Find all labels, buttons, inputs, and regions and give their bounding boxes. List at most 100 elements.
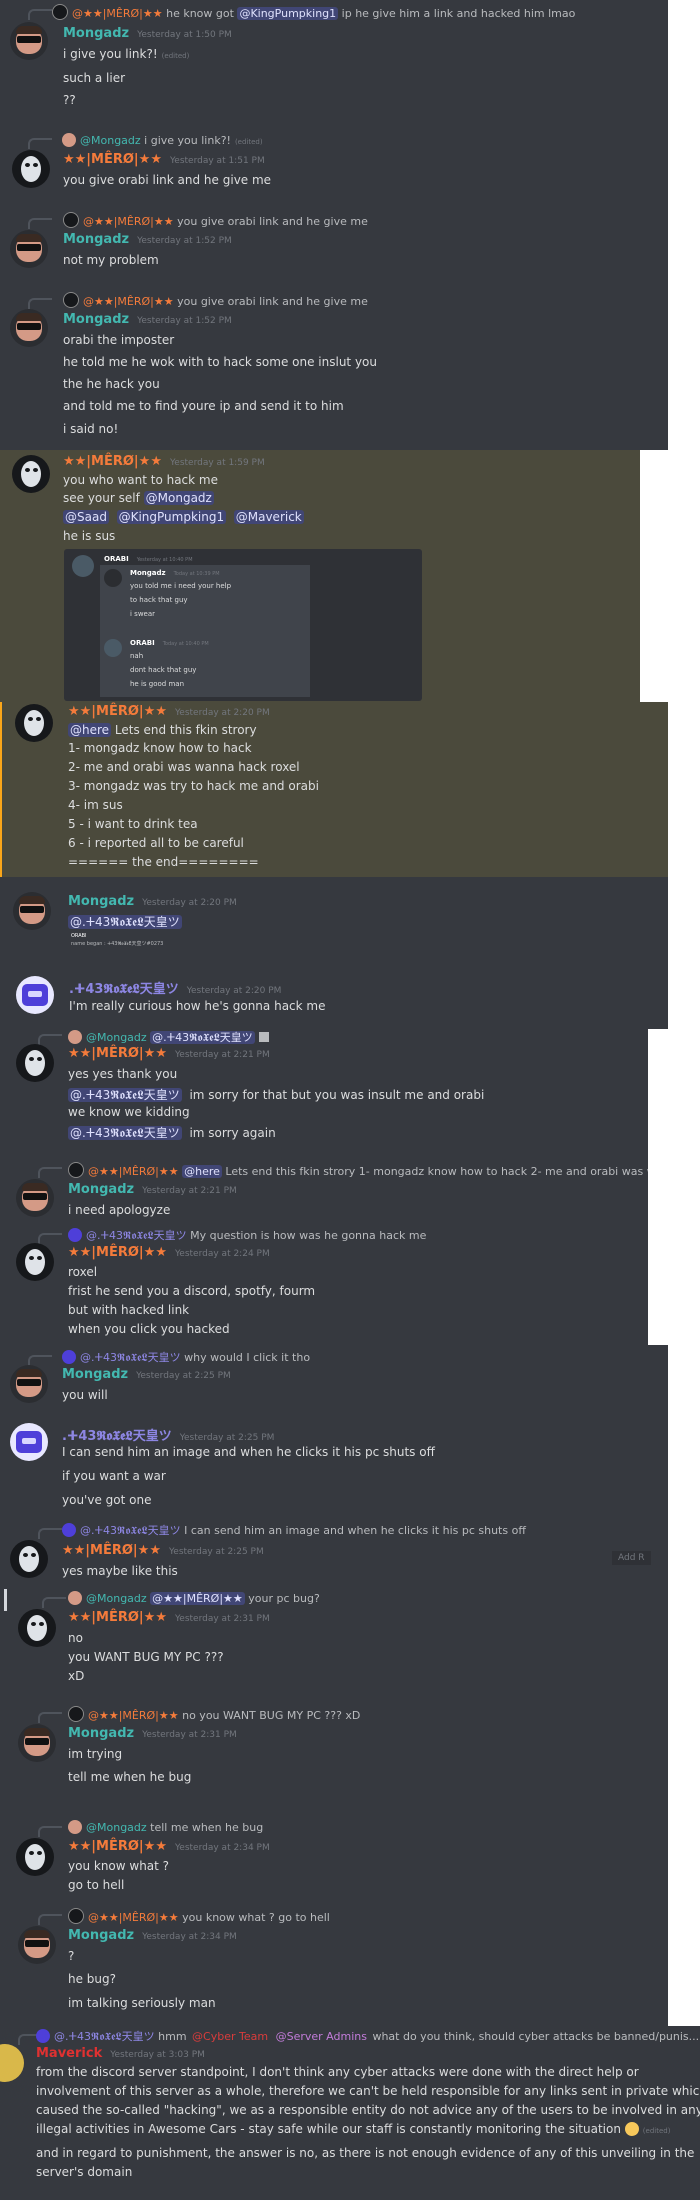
- reply-text: My question is how was he gonna hack me: [190, 1229, 427, 1242]
- mention[interactable]: @.ⵜ43𝕽𝖔𝖃𝖊𝕷天皇ツ: [68, 1088, 182, 1102]
- message-text: 3- mongadz was try to hack me and orabi: [68, 779, 319, 793]
- username[interactable]: ★★|MÊRØ|★★ Yesterday at 1:59 PM: [63, 454, 265, 469]
- username[interactable]: Mongadz Yesterday at 2:25 PM: [62, 1367, 231, 1382]
- username[interactable]: ★★|MÊRØ|★★ Yesterday at 1:51 PM: [63, 152, 265, 167]
- reply-preview[interactable]: @★★|MÊRØ|★★ you know what ? go to hell: [68, 1908, 330, 1924]
- avatar[interactable]: [13, 892, 51, 930]
- message-line: im sorry again: [189, 1126, 276, 1140]
- avatar[interactable]: [0, 2044, 24, 2082]
- avatar[interactable]: [16, 1179, 54, 1217]
- avatar[interactable]: [12, 150, 50, 188]
- avatar[interactable]: [10, 1365, 48, 1403]
- mention[interactable]: @KingPumpking1: [237, 7, 339, 20]
- mention[interactable]: @Cyber Team: [190, 2030, 270, 2043]
- mention[interactable]: @Server Admins: [274, 2030, 369, 2043]
- username[interactable]: Mongadz Yesterday at 1:52 PM: [63, 312, 232, 327]
- add-reaction-button[interactable]: Add R: [612, 1551, 651, 1565]
- avatar[interactable]: [18, 1724, 56, 1762]
- username[interactable]: ★★|MÊRØ|★★ Yesterday at 2:20 PM: [68, 704, 270, 719]
- reply-preview[interactable]: @.ⵜ43𝕽𝖔𝖃𝖊𝕷天皇ツ My question is how was he …: [68, 1227, 426, 1243]
- message-line: illegal activities in Awesome Cars - sta…: [36, 2122, 621, 2136]
- reply-preview[interactable]: @★★|MÊRØ|★★ he know got @KingPumpking1 i…: [52, 4, 575, 20]
- reply-preview[interactable]: @.ⵜ43𝕽𝖔𝖃𝖊𝕷天皇ツ why would I click it tho: [62, 1349, 310, 1365]
- reply-text: hmm: [158, 2030, 187, 2043]
- mention[interactable]: @here: [182, 1165, 222, 1178]
- username-text: Maverick: [36, 2046, 103, 2061]
- username[interactable]: Mongadz Yesterday at 2:21 PM: [68, 1182, 237, 1197]
- username[interactable]: ★★|MÊRØ|★★ Yesterday at 2:21 PM: [68, 1046, 270, 1061]
- reply-author: @Mongadz: [86, 1592, 147, 1605]
- reply-preview[interactable]: @★★|MÊRØ|★★ no you WANT BUG MY PC ??? xD: [68, 1706, 360, 1722]
- message-text: roxel: [68, 1265, 98, 1279]
- mention[interactable]: @★★|MÊRØ|★★: [150, 1592, 245, 1605]
- reply-preview[interactable]: @★★|MÊRØ|★★ you give orabi link and he g…: [63, 292, 368, 308]
- username[interactable]: Mongadz Yesterday at 2:31 PM: [68, 1726, 237, 1741]
- reply-preview[interactable]: @★★|MÊRØ|★★ @here Lets end this fkin str…: [68, 1162, 648, 1178]
- reply-preview[interactable]: @Mongadz i give you link?! (edited): [62, 133, 263, 147]
- mention[interactable]: @Maverick: [233, 510, 304, 524]
- reply-preview[interactable]: @Mongadz @.ⵜ43𝕽𝖔𝖃𝖊𝕷天皇ツ: [68, 1029, 269, 1045]
- username[interactable]: Mongadz Yesterday at 1:52 PM: [63, 232, 232, 247]
- avatar[interactable]: [16, 1044, 54, 1082]
- avatar[interactable]: [16, 976, 54, 1014]
- username[interactable]: ★★|MÊRØ|★★ Yesterday at 2:25 PM: [62, 1543, 264, 1558]
- mention[interactable]: @Saad: [63, 510, 109, 524]
- username[interactable]: ★★|MÊRØ|★★ Yesterday at 2:24 PM: [68, 1245, 270, 1260]
- message-text: you will: [62, 1388, 108, 1402]
- username-text: Mongadz: [62, 1367, 129, 1382]
- message-text: involvement of this server as a whole, t…: [36, 2084, 700, 2098]
- timestamp: Today at 10:39 PM: [173, 571, 220, 577]
- message-text: xD: [68, 1669, 85, 1683]
- message-text: 2- me and orabi was wanna hack roxel: [68, 760, 300, 774]
- avatar: [63, 292, 79, 308]
- mention[interactable]: @.ⵜ43𝕽𝖔𝖃𝖊𝕷天皇ツ: [150, 1031, 255, 1044]
- mention[interactable]: @Mongadz: [143, 491, 214, 505]
- timestamp: Yesterday at 1:51 PM: [170, 156, 265, 166]
- avatar[interactable]: [10, 1423, 48, 1461]
- screenshot-attachment[interactable]: ORABI Yesterday at 10:40 PM Mongadz Today …: [64, 549, 422, 701]
- mention[interactable]: @.ⵜ43𝕽𝖔𝖃𝖊𝕷天皇ツ: [68, 1126, 182, 1140]
- timestamp: Yesterday at 1:52 PM: [137, 236, 232, 246]
- avatar[interactable]: [18, 1609, 56, 1647]
- reply-preview[interactable]: @★★|MÊRØ|★★ you give orabi link and he g…: [63, 212, 368, 228]
- message-text: @.ⵜ43𝕽𝖔𝖃𝖊𝕷天皇ツ im sorry for that but you …: [68, 1086, 484, 1103]
- username[interactable]: Mongadz Yesterday at 2:20 PM: [68, 894, 237, 909]
- message-text: see your self @Mongadz: [63, 491, 214, 505]
- avatar[interactable]: [18, 1926, 56, 1964]
- reply-preview[interactable]: @.ⵜ43𝕽𝖔𝖃𝖊𝕷天皇ツ hmm @Cyber Team @Server Ad…: [36, 2028, 699, 2044]
- reply-preview[interactable]: @Mongadz @★★|MÊRØ|★★ your pc bug?: [68, 1591, 320, 1605]
- username[interactable]: Mongadz Yesterday at 1:50 PM: [63, 26, 232, 41]
- username-text: Mongadz: [68, 1182, 135, 1197]
- username[interactable]: .ⵜ43𝕽𝖔𝖃𝖊𝕷天皇ツ Yesterday at 2:25 PM: [62, 1425, 274, 1444]
- message-text: @Saad @KingPumpking1 @Maverick: [63, 510, 304, 524]
- reply-preview[interactable]: @Mongadz tell me when he bug: [68, 1820, 263, 1834]
- avatar[interactable]: [10, 309, 48, 347]
- message-group: Mongadz Yesterday at 2:20 PM @.ⵜ43𝕽𝖔𝖃𝖊𝕷天皇…: [0, 877, 668, 960]
- message-group: @★★|MÊRØ|★★ you give orabi link and he g…: [0, 198, 668, 277]
- username[interactable]: ★★|MÊRØ|★★ Yesterday at 2:34 PM: [68, 1839, 270, 1854]
- mention[interactable]: @here: [68, 723, 112, 737]
- mention[interactable]: @.ⵜ43𝕽𝖔𝖃𝖊𝕷天皇ツ: [68, 915, 182, 929]
- message-text: yes yes thank you: [68, 1067, 178, 1081]
- username-text: ★★|MÊRØ|★★: [62, 1543, 161, 1558]
- mention[interactable]: @KingPumpking1: [116, 510, 227, 524]
- username[interactable]: Mongadz Yesterday at 2:34 PM: [68, 1928, 237, 1943]
- avatar[interactable]: [10, 22, 48, 60]
- message-group: ★★|MÊRØ|★★ Yesterday at 2:20 PM @here Let…: [0, 702, 668, 877]
- avatar[interactable]: [10, 230, 48, 268]
- username[interactable]: .ⵜ43𝕽𝖔𝖃𝖊𝕷天皇ツ Yesterday at 2:20 PM: [69, 978, 281, 997]
- message-text: 5 - i want to drink tea: [68, 817, 198, 831]
- message-text: i need apologyze: [68, 1203, 171, 1217]
- message-line: i give you link?!: [63, 47, 158, 61]
- message-group: @.ⵜ43𝕽𝖔𝖃𝖊𝕷天皇ツ My question is how was he …: [0, 1227, 648, 1345]
- username[interactable]: Maverick Yesterday at 3:03 PM: [36, 2046, 205, 2061]
- reply-preview[interactable]: @.ⵜ43𝕽𝖔𝖃𝖊𝕷天皇ツ I can send him an image an…: [62, 1522, 526, 1538]
- avatar[interactable]: [12, 455, 50, 493]
- reply-author: @★★|MÊRØ|★★: [88, 1165, 179, 1178]
- avatar[interactable]: [10, 1540, 48, 1578]
- avatar[interactable]: [16, 1243, 54, 1281]
- avatar[interactable]: [15, 704, 53, 742]
- message-group: .ⵜ43𝕽𝖔𝖃𝖊𝕷天皇ツ Yesterday at 2:25 PM I can s…: [0, 1415, 668, 1518]
- username[interactable]: ★★|MÊRØ|★★ Yesterday at 2:31 PM: [68, 1610, 270, 1625]
- avatar[interactable]: [16, 1838, 54, 1876]
